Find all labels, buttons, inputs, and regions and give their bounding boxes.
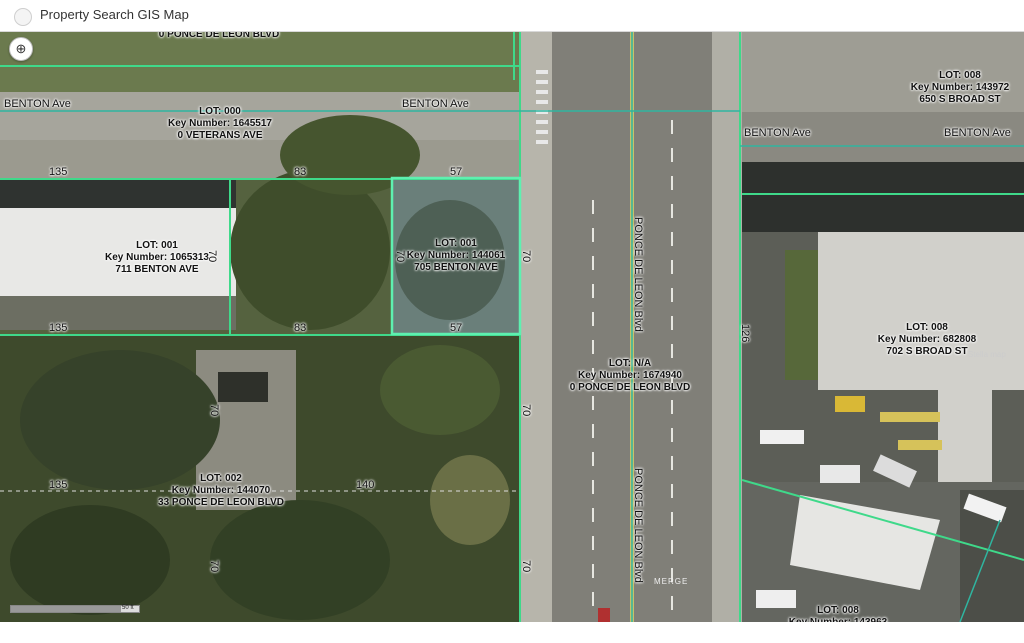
street-label-benton-ave: BENTON Ave: [402, 98, 469, 110]
dimension-label: 70: [520, 250, 532, 263]
dimension-label: 126: [739, 324, 751, 343]
dimension-label: 135: [49, 479, 68, 491]
dimension-label: 140: [356, 479, 375, 491]
dimension-label: 70: [520, 404, 532, 417]
street-label-ponce-de-leon: PONCE DE LEON Blvd: [632, 468, 644, 583]
dimension-label: 135: [49, 322, 68, 334]
app-logo-icon: [14, 8, 32, 26]
street-label-ponce-de-leon: PONCE DE LEON Blvd: [632, 217, 644, 332]
parcel-label: LOT: N/A Key Number: 1674940 0 PONCE DE LE…: [569, 358, 691, 393]
parcel-label: LOT: 008 Key Number: 143972 650 S BROAD ST: [910, 70, 1010, 105]
parcel-label: LOT: 008 Key Number: 682808 702 S BROAD ST: [877, 322, 977, 357]
dimension-label: 83: [294, 166, 307, 178]
dimension-label: 135: [49, 166, 68, 178]
dimension-label: 70: [520, 560, 532, 573]
road-marking-text: MERGE: [654, 577, 689, 586]
dimension-label: 70: [206, 250, 218, 263]
parcel-label-selected: LOT: 001 Key Number: 144061 705 BENTON AVE: [406, 238, 506, 273]
street-label-benton-ave: BENTON Ave: [744, 127, 811, 139]
map-watermark: Stella map: [968, 350, 1006, 359]
street-label-benton-ave: BENTON Ave: [944, 127, 1011, 139]
scale-bar: [10, 605, 140, 613]
dimension-label: 83: [294, 322, 307, 334]
street-label-benton-ave: BENTON Ave: [4, 98, 71, 110]
dimension-label: 70: [394, 250, 406, 263]
dimension-label: 57: [450, 166, 463, 178]
parcel-lines-layer: [0, 32, 1024, 622]
parcel-label: LOT: 008Key Number: 143963: [789, 605, 887, 622]
compass-icon[interactable]: ⊕: [9, 37, 33, 61]
dimension-label: 70: [208, 404, 220, 417]
parcel-label: LOT: 000 Key Number: 1645517 0 VETERANS AV…: [168, 106, 272, 141]
dimension-label: 57: [450, 322, 463, 334]
footer-bar: [0, 622, 1024, 643]
dimension-label: 70: [208, 560, 220, 573]
page-title: Property Search GIS Map: [40, 7, 189, 22]
parcel-label-top: 0 PONCE DE LEON BLVD: [158, 32, 280, 40]
parcel-label: LOT: 002 Key Number: 144070 33 PONCE DE LE…: [158, 473, 284, 508]
parcel-label: LOT: 001 Key Number: 1065313 711 BENTON AV…: [105, 240, 209, 275]
app-header: Property Search GIS Map: [0, 0, 1024, 32]
scale-bar-label: 50 ft: [122, 605, 134, 611]
map-view[interactable]: BENTON Ave BENTON Ave BENTON Ave BENTON …: [0, 32, 1024, 622]
